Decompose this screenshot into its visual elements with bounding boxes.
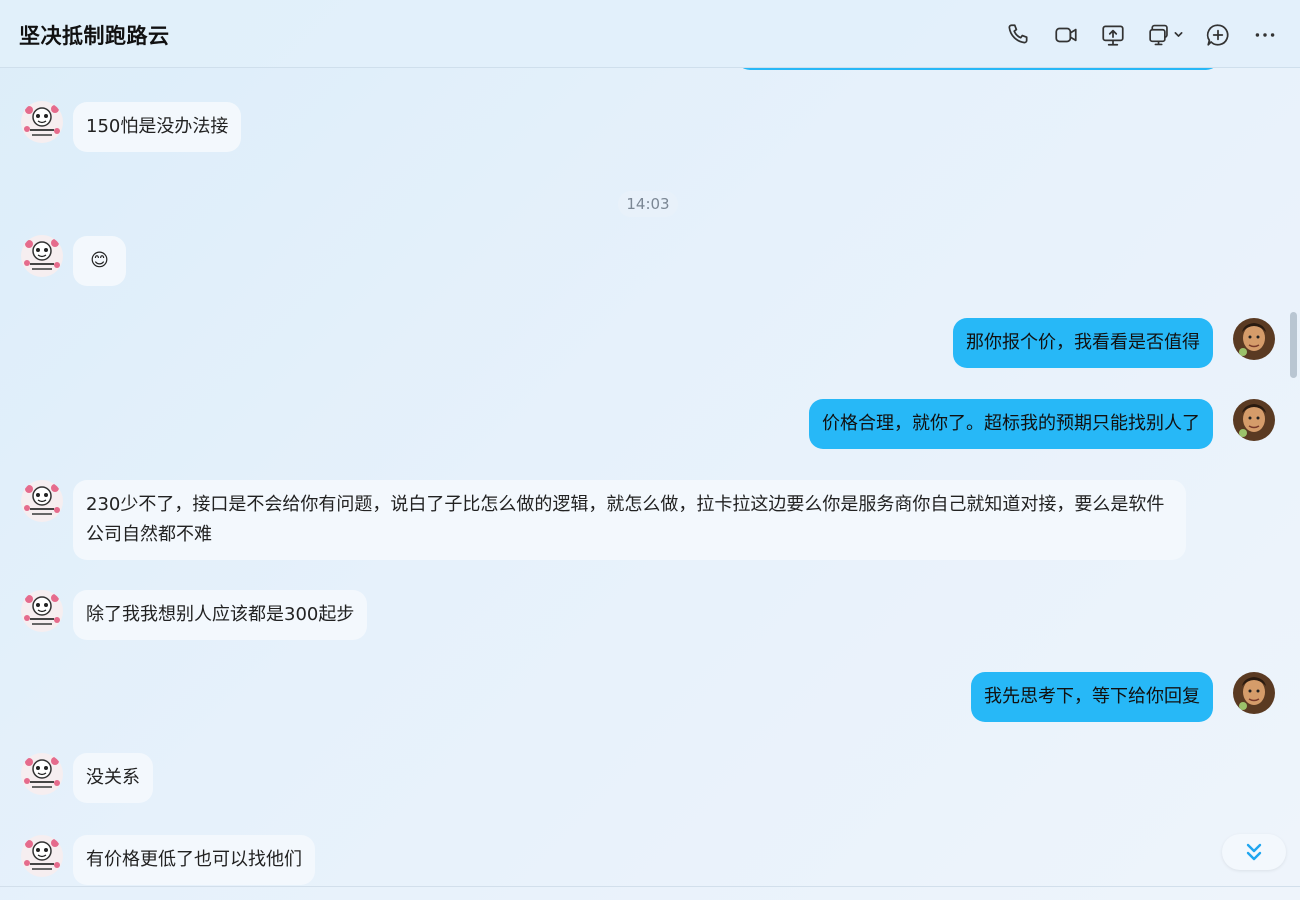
incoming-message[interactable]: 150怕是没办法接 <box>73 102 242 152</box>
chat-header: 坚决抵制跑路云 <box>0 0 1300 68</box>
composer-divider <box>0 886 1300 887</box>
video-icon[interactable] <box>1053 22 1079 48</box>
contact-avatar[interactable] <box>21 590 63 632</box>
scroll-to-bottom-button[interactable] <box>1222 834 1286 870</box>
incoming-message[interactable]: 有价格更低了也可以找他们 <box>73 835 315 885</box>
my-avatar[interactable] <box>1233 318 1275 360</box>
contact-avatar[interactable] <box>21 835 63 877</box>
contact-avatar[interactable] <box>21 753 63 795</box>
more-icon[interactable] <box>1252 22 1278 48</box>
incoming-message[interactable]: 😊 <box>73 236 126 286</box>
chat-title: 坚决抵制跑路云 <box>19 24 170 48</box>
add-member-icon[interactable] <box>1205 22 1231 48</box>
incoming-message[interactable]: 230少不了，接口是不会给你有问题，说白了子比怎么做的逻辑，就怎么做，拉卡拉这边… <box>73 480 1186 560</box>
timestamp: 14:03 <box>618 191 678 217</box>
outgoing-message[interactable]: 价格合理，就你了。超标我的预期只能找别人了 <box>809 399 1213 449</box>
previous-outgoing-bubble <box>736 68 1220 70</box>
incoming-message[interactable]: 没关系 <box>73 753 153 803</box>
double-chevron-down-icon <box>1246 843 1262 861</box>
message-list[interactable]: 150怕是没办法接 14:03 😊 那你报个价，我看看是否值得 价格合理，就你了… <box>0 68 1290 886</box>
scrollbar-thumb[interactable] <box>1290 312 1297 378</box>
incoming-message[interactable]: 除了我我想别人应该都是300起步 <box>73 590 368 640</box>
my-avatar[interactable] <box>1233 399 1275 441</box>
contact-avatar[interactable] <box>21 480 63 522</box>
my-avatar[interactable] <box>1233 672 1275 714</box>
remote-assist-icon[interactable] <box>1147 22 1189 48</box>
outgoing-message[interactable]: 我先思考下，等下给你回复 <box>971 672 1213 722</box>
contact-avatar[interactable] <box>21 101 63 143</box>
phone-icon[interactable] <box>1005 22 1031 48</box>
outgoing-message[interactable]: 那你报个价，我看看是否值得 <box>953 318 1213 368</box>
contact-avatar[interactable] <box>21 235 63 277</box>
screen-share-icon[interactable] <box>1100 22 1126 48</box>
